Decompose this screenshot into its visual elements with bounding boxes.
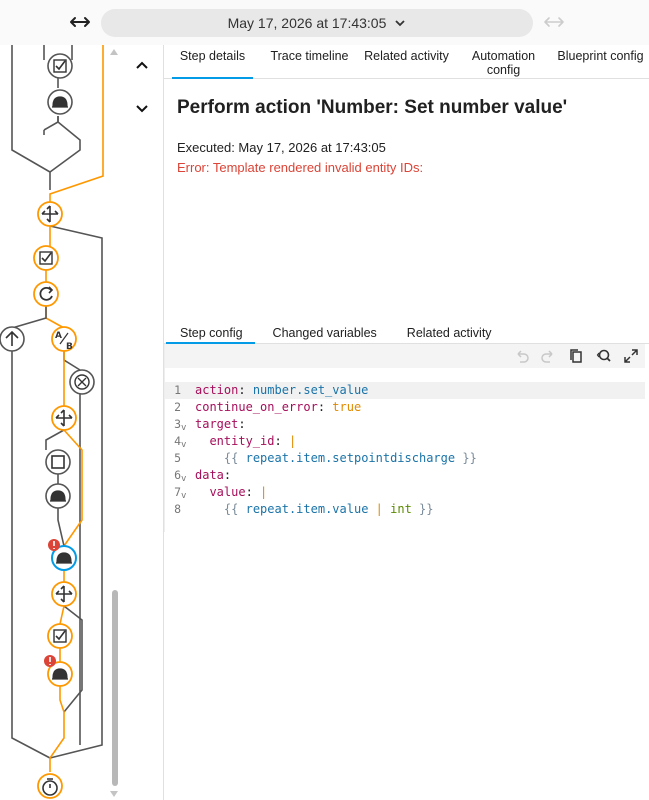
- scroll-down-icon[interactable]: [110, 791, 118, 797]
- subtab-changed-variables[interactable]: Changed variables: [257, 322, 391, 343]
- copy-icon[interactable]: [567, 347, 585, 365]
- editor-toolbar: [165, 344, 645, 368]
- graph-node-check[interactable]: [33, 245, 59, 271]
- graph-node-choose[interactable]: A B: [51, 326, 77, 352]
- search-replace-icon[interactable]: [595, 347, 613, 365]
- graph-node-check-3[interactable]: [47, 623, 73, 649]
- trace-date-selector[interactable]: May 17, 2026 at 17:43:05: [101, 9, 533, 37]
- graph-node-action-top[interactable]: [47, 89, 73, 115]
- executed-timestamp: Executed: May 17, 2026 at 17:43:05: [177, 140, 386, 155]
- fullscreen-icon[interactable]: [622, 347, 640, 365]
- graph-node-check-top[interactable]: [47, 53, 73, 79]
- code-line: 8 {{ repeat.item.value | int }}: [174, 502, 434, 516]
- next-trace-icon[interactable]: [542, 10, 566, 34]
- subtab-related-activity[interactable]: Related activity: [391, 322, 506, 343]
- undo-icon[interactable]: [513, 347, 531, 365]
- svg-text:B: B: [66, 342, 73, 352]
- graph-node-action-2[interactable]: [45, 483, 71, 509]
- scroll-up-icon[interactable]: [110, 49, 118, 55]
- step-subtabs: Step config Changed variables Related ac…: [164, 322, 649, 344]
- graph-scroll-thumb[interactable]: [112, 590, 118, 786]
- previous-step-button[interactable]: [130, 54, 154, 78]
- svg-text:A: A: [55, 331, 62, 341]
- trace-graph: A B: [0, 45, 108, 800]
- step-title: Perform action 'Number: Set number value…: [177, 97, 568, 118]
- graph-node-repeat[interactable]: [33, 281, 59, 307]
- tab-trace-timeline[interactable]: Trace timeline: [261, 45, 358, 78]
- code-line: 2 continue_on_error: true: [174, 400, 362, 414]
- code-line: 6v data:: [165, 467, 645, 484]
- graph-node-stop[interactable]: [69, 369, 95, 395]
- trace-header: May 17, 2026 at 17:43:05: [0, 0, 649, 45]
- graph-node-parallel-3[interactable]: [51, 581, 77, 607]
- code-line: 3v target:: [165, 416, 645, 433]
- subtab-step-config[interactable]: Step config: [164, 322, 257, 344]
- tab-step-details[interactable]: Step details: [164, 45, 261, 79]
- chevron-down-icon: [395, 20, 406, 27]
- graph-node-parallel-2[interactable]: [51, 405, 77, 431]
- graph-node-square[interactable]: [45, 449, 71, 475]
- code-editor[interactable]: 1 action: number.set_value 2 continue_on…: [164, 344, 645, 532]
- code-line: 5 {{ repeat.item.setpointdischarge }}: [174, 451, 477, 465]
- error-badge-icon: [48, 539, 60, 551]
- next-step-button[interactable]: [130, 96, 154, 120]
- graph-node-up[interactable]: [0, 326, 25, 352]
- code-line: 1 action: number.set_value: [165, 382, 645, 399]
- tab-blueprint-config[interactable]: Blueprint config: [552, 45, 649, 78]
- graph-node-parallel[interactable]: [37, 201, 63, 227]
- tab-related-activity[interactable]: Related activity: [358, 45, 455, 78]
- previous-trace-icon[interactable]: [68, 10, 92, 34]
- code-line: 7v value: |: [165, 484, 645, 501]
- redo-icon[interactable]: [539, 347, 557, 365]
- trace-date-label: May 17, 2026 at 17:43:05: [227, 15, 387, 31]
- code-line: 4v entity_id: |: [165, 433, 645, 450]
- trace-tabs: Step details Trace timeline Related acti…: [164, 45, 649, 79]
- code-lines: 1 action: number.set_value 2 continue_on…: [165, 382, 645, 518]
- graph-node-timer[interactable]: [37, 773, 63, 799]
- trace-graph-svg: A B: [0, 45, 104, 799]
- error-message: Error: Template rendered invalid entity …: [177, 160, 424, 175]
- tab-automation-config[interactable]: Automation config: [455, 45, 552, 78]
- error-badge-icon-2: [44, 655, 56, 667]
